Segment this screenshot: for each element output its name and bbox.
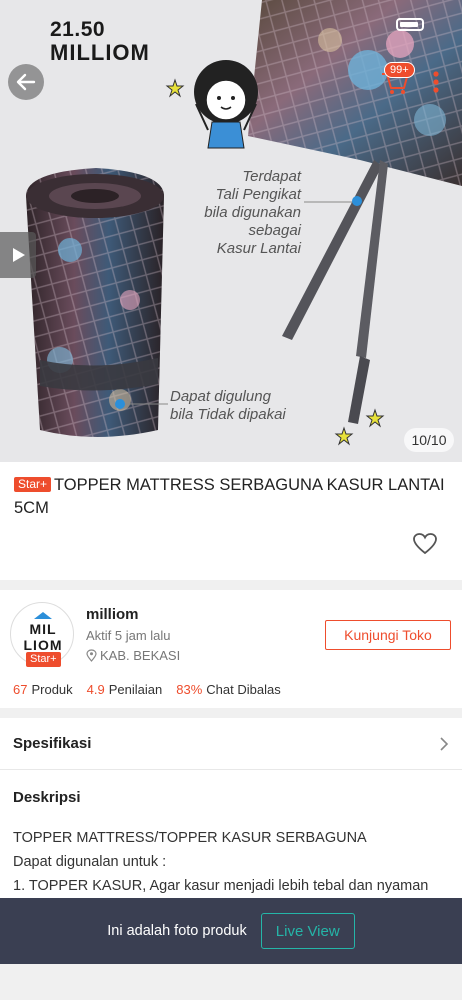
stat-label: Chat Dibalas: [206, 682, 281, 697]
play-video-button[interactable]: [0, 232, 36, 278]
live-view-button[interactable]: Live View: [260, 913, 355, 949]
shop-section: MIL LIOM Star+ milliom Aktif 5 jam lalu …: [0, 590, 462, 708]
description-label: Deskripsi: [13, 789, 81, 806]
shop-location-text: KAB. BEKASI: [100, 648, 181, 663]
cart-count-badge: 99+: [384, 62, 415, 78]
visit-shop-button[interactable]: Kunjungi Toko: [325, 620, 451, 650]
annotation-line: Dapat digulung: [170, 388, 271, 405]
annotation-line: bila Tidak dipakai: [170, 406, 286, 423]
chevron-right-icon: [440, 736, 449, 751]
shop-star-plus-badge: Star+: [26, 652, 61, 667]
annotation-straps: Terdapat Tali Pengikat bila digunakan se…: [186, 168, 301, 258]
avatar-logo-line-1: MIL: [29, 621, 57, 637]
description-line: Dapat digunalan untuk :: [13, 854, 167, 870]
annotation-line: Tali Pengikat: [215, 186, 301, 203]
shop-stats: 67 Produk 4.9 Penilaian 83% Chat Dibalas: [13, 682, 281, 697]
stat-label: Penilaian: [108, 682, 163, 697]
description-line: 1. TOPPER KASUR, Agar kasur menjadi lebi…: [13, 878, 429, 894]
specification-row[interactable]: Spesifikasi: [0, 718, 462, 770]
stat-products: 67 Produk: [13, 682, 73, 697]
favorite-button[interactable]: [412, 532, 438, 556]
section-divider: [0, 580, 462, 590]
battery-icon: [396, 18, 424, 31]
annotation-line: sebagai: [248, 222, 301, 239]
banner-text: Ini adalah foto produk: [107, 923, 247, 939]
back-button[interactable]: [8, 64, 44, 100]
annotation-line: Kasur Lantai: [216, 240, 301, 257]
image-counter: 10/10: [404, 428, 454, 452]
description-line: TOPPER MATTRESS/TOPPER KASUR SERBAGUNA: [13, 830, 367, 846]
shop-location: KAB. BEKASI: [86, 648, 180, 663]
roof-icon: [34, 612, 52, 619]
location-pin-icon: [86, 649, 97, 662]
star-plus-badge: Star+: [14, 477, 52, 492]
description-section: Deskripsi TOPPER MATTRESS/TOPPER KASUR S…: [0, 771, 462, 901]
stat-value: 4.9: [86, 682, 105, 697]
brand-price: 21.50: [50, 18, 106, 41]
annotation-line: bila digunakan: [204, 204, 301, 221]
annotation-line: Terdapat: [242, 168, 301, 185]
product-image-carousel[interactable]: 21.50 MILLIOM Terdapat Tali Pengikat bil…: [0, 0, 462, 462]
product-title: Star+ TOPPER MATTRESS SERBAGUNA KASUR LAN…: [14, 474, 448, 520]
footer-background: [0, 964, 462, 1000]
live-view-banner: Ini adalah foto produk Live View: [0, 898, 462, 964]
avatar-logo-line-2: LIOM: [23, 637, 63, 653]
annotation-rollable: Dapat digulung bila Tidak dipakai: [170, 388, 286, 424]
stat-value: 67: [13, 682, 28, 697]
arrow-left-icon: [16, 73, 36, 91]
product-title-text: TOPPER MATTRESS SERBAGUNA KASUR LANTAI 5…: [14, 476, 445, 517]
brand-logo: 21.50 MILLIOM: [50, 18, 150, 66]
more-options-button[interactable]: [424, 68, 448, 96]
stat-label: Produk: [31, 682, 73, 697]
stat-value: 83%: [176, 682, 203, 697]
shop-active-status: Aktif 5 jam lalu: [86, 628, 171, 643]
stat-chat-replied: 83% Chat Dibalas: [176, 682, 280, 697]
play-icon: [13, 248, 25, 262]
heart-icon: [413, 533, 437, 555]
section-divider: [0, 708, 462, 718]
stat-rating: 4.9 Penilaian: [87, 682, 163, 697]
description-body: TOPPER MATTRESS/TOPPER KASUR SERBAGUNA D…: [13, 826, 449, 898]
shop-name[interactable]: milliom: [86, 606, 139, 623]
brand-name: MILLIOM: [50, 40, 150, 65]
product-title-section: Star+ TOPPER MATTRESS SERBAGUNA KASUR LAN…: [0, 462, 462, 580]
specification-label: Spesifikasi: [13, 735, 92, 752]
more-vertical-icon: [433, 71, 439, 93]
